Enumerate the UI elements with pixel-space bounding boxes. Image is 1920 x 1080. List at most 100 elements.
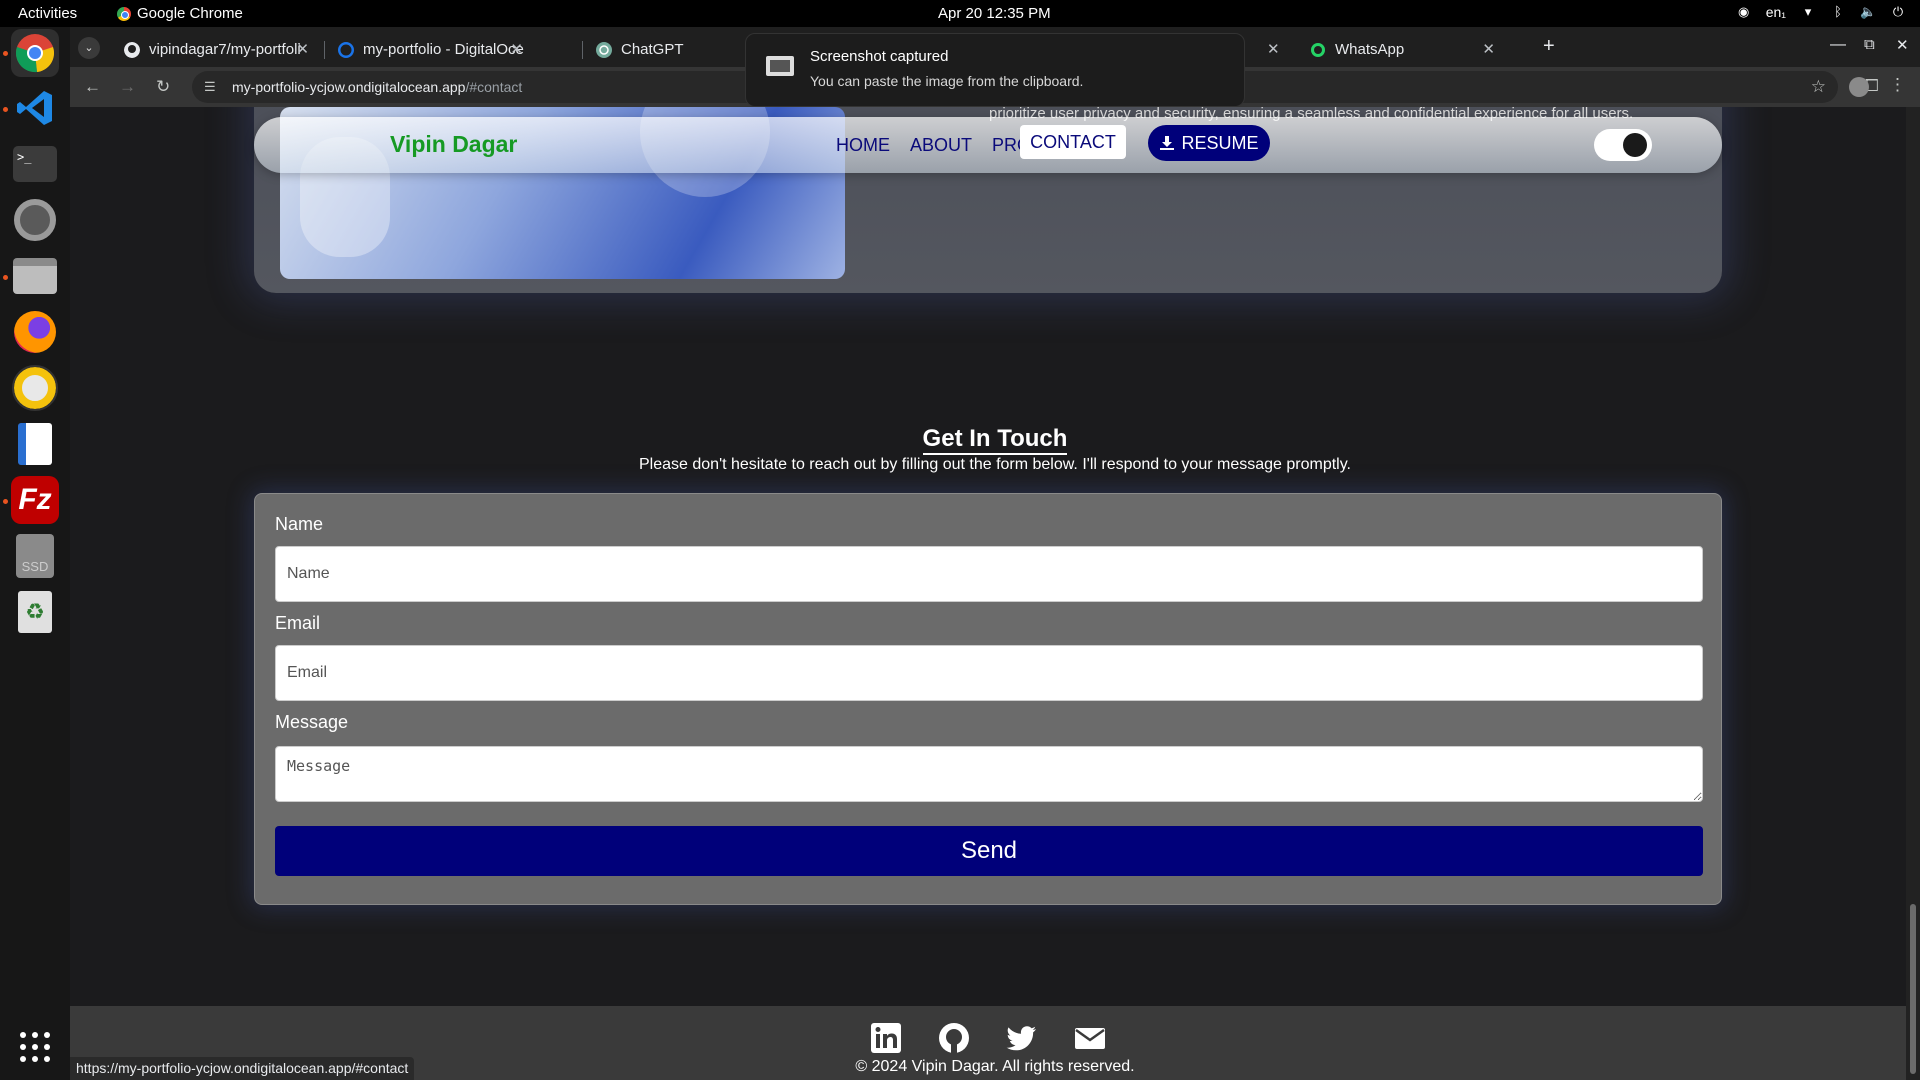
theme-toggle[interactable] xyxy=(1594,129,1652,161)
running-indicator xyxy=(3,499,8,504)
chrome-icon xyxy=(117,6,131,21)
writer-icon xyxy=(18,423,52,465)
message-textarea[interactable] xyxy=(275,746,1703,802)
restore-icon[interactable]: ⧉ xyxy=(1864,36,1875,53)
system-top-bar: Activities Google Chrome Apr 20 12:35 PM… xyxy=(0,0,1920,27)
bookmark-star-icon[interactable]: ☆ xyxy=(1811,77,1826,97)
power-icon[interactable]: ⏻ xyxy=(1890,4,1906,20)
chrome-tray-icon[interactable]: ◉ xyxy=(1736,4,1752,20)
dock-settings[interactable] xyxy=(11,196,59,244)
dock-chrome[interactable] xyxy=(11,29,59,77)
scrollbar-thumb[interactable] xyxy=(1910,904,1916,1074)
nav-about[interactable]: ABOUT xyxy=(910,135,972,156)
trash-icon: ♻ xyxy=(18,591,52,633)
resume-download-button[interactable]: RESUME xyxy=(1148,125,1270,161)
bluetooth-icon[interactable]: ᛒ xyxy=(1830,4,1846,20)
menu-kebab-icon[interactable]: ⋮ xyxy=(1889,75,1906,95)
url-host: my-portfolio-ycjow.ondigitalocean.app xyxy=(232,79,466,95)
new-tab-icon[interactable]: + xyxy=(1543,35,1555,58)
notification-body: You can paste the image from the clipboa… xyxy=(810,73,1084,89)
system-tray[interactable]: ◉ en₁ ▾ ᛒ 🔈 ⏻ xyxy=(1736,4,1906,20)
wifi-icon[interactable]: ▾ xyxy=(1800,4,1816,20)
minimize-icon[interactable]: — xyxy=(1830,36,1846,54)
dock-trash[interactable]: ♻ xyxy=(11,588,59,636)
running-indicator xyxy=(3,51,8,56)
email-icon[interactable] xyxy=(1074,1022,1106,1054)
url-text: my-portfolio-ycjow.ondigitalocean.app/#c… xyxy=(232,79,522,95)
profile-avatar[interactable] xyxy=(1849,77,1869,97)
activities-button[interactable]: Activities xyxy=(18,5,77,22)
firefox-icon xyxy=(14,311,56,353)
site-navbar: Vipin Dagar HOME ABOUT PROJECT CONTACT R… xyxy=(254,117,1722,173)
vscode-icon xyxy=(17,91,52,125)
app-grid-icon xyxy=(20,1032,50,1062)
language-indicator[interactable]: en₁ xyxy=(1766,4,1786,20)
dock-vscode[interactable] xyxy=(11,84,59,132)
screenshot-icon xyxy=(766,56,794,76)
dock-rhythmbox[interactable] xyxy=(11,364,59,412)
dock-writer[interactable] xyxy=(11,420,59,468)
page-scrollbar[interactable] xyxy=(1906,107,1920,1080)
dock-ssd[interactable]: SSD xyxy=(11,532,59,580)
close-window-icon[interactable]: ✕ xyxy=(1896,36,1909,54)
site-info-icon[interactable]: ☰ xyxy=(204,79,220,95)
tab-search-button[interactable]: ⌄ xyxy=(78,37,100,59)
tab-separator xyxy=(324,41,325,59)
dock-firefox[interactable] xyxy=(11,308,59,356)
tab-title: my-portfolio - DigitalOce xyxy=(363,41,524,58)
files-icon xyxy=(13,258,57,294)
close-tab-icon[interactable]: ✕ xyxy=(1482,40,1495,58)
social-links xyxy=(870,1022,1106,1054)
rhythmbox-icon xyxy=(12,365,58,411)
github-icon[interactable] xyxy=(938,1022,970,1054)
tab-separator xyxy=(582,41,583,59)
dock-terminal[interactable]: >_ xyxy=(11,140,59,188)
terminal-icon: >_ xyxy=(13,146,57,182)
chrome-icon xyxy=(15,34,55,73)
tab-title: WhatsApp xyxy=(1335,41,1405,58)
github-icon xyxy=(124,41,140,58)
chatgpt-icon xyxy=(596,41,612,58)
url-path: /#contact xyxy=(465,79,523,95)
digitalocean-icon xyxy=(338,41,354,58)
dock-filezilla[interactable]: Fz xyxy=(11,476,59,524)
resume-label: RESUME xyxy=(1181,132,1259,153)
forward-icon[interactable]: → xyxy=(119,77,136,97)
reload-icon[interactable]: ↻ xyxy=(156,77,170,97)
message-label: Message xyxy=(275,712,349,732)
tab-title: vipindagar7/my-portfoli xyxy=(149,41,301,58)
linkedin-icon[interactable] xyxy=(870,1022,902,1054)
nav-contact[interactable]: CONTACT xyxy=(1020,125,1126,159)
notification-title: Screenshot captured xyxy=(810,48,949,65)
link-status-bar: https://my-portfolio-ycjow.ondigitalocea… xyxy=(70,1057,415,1080)
screenshot-notification[interactable]: Screenshot captured You can paste the im… xyxy=(745,33,1245,107)
email-label: Email xyxy=(275,613,321,633)
filezilla-icon: Fz xyxy=(18,483,52,516)
name-input[interactable] xyxy=(275,546,1703,602)
close-tab-icon[interactable]: ✕ xyxy=(1267,40,1280,58)
contact-form: Name Email Message Send xyxy=(254,493,1722,905)
tab-digitalocean[interactable]: my-portfolio - DigitalOce ✕ xyxy=(326,32,531,67)
close-tab-icon[interactable]: ✕ xyxy=(510,40,523,58)
settings-icon xyxy=(14,199,56,241)
brand-logo[interactable]: Vipin Dagar xyxy=(390,131,517,158)
page-viewport: prioritize user privacy and security, en… xyxy=(70,107,1920,1080)
whatsapp-icon xyxy=(1311,42,1325,57)
send-button[interactable]: Send xyxy=(275,826,1703,876)
browser-window: ⌄ vipindagar7/my-portfoli ✕ my-portfolio… xyxy=(70,27,1920,1080)
volume-icon[interactable]: 🔈 xyxy=(1860,4,1876,20)
dock-files[interactable] xyxy=(11,252,59,300)
close-tab-icon[interactable]: ✕ xyxy=(296,40,309,58)
show-apps-button[interactable] xyxy=(11,1023,59,1071)
dock: >_ Fz SSD ♻ xyxy=(0,27,70,1080)
contact-heading: Get In Touch xyxy=(70,425,1920,455)
tab-github[interactable]: vipindagar7/my-portfoli ✕ xyxy=(112,32,317,67)
clock[interactable]: Apr 20 12:35 PM xyxy=(938,5,1051,22)
nav-home[interactable]: HOME xyxy=(836,135,890,156)
app-menu[interactable]: Google Chrome xyxy=(117,5,243,22)
twitter-icon[interactable] xyxy=(1006,1022,1038,1054)
tab-whatsapp[interactable]: WhatsApp ✕ xyxy=(1298,32,1503,67)
back-icon[interactable]: ← xyxy=(84,77,101,97)
toggle-knob xyxy=(1623,133,1647,157)
email-input[interactable] xyxy=(275,645,1703,701)
